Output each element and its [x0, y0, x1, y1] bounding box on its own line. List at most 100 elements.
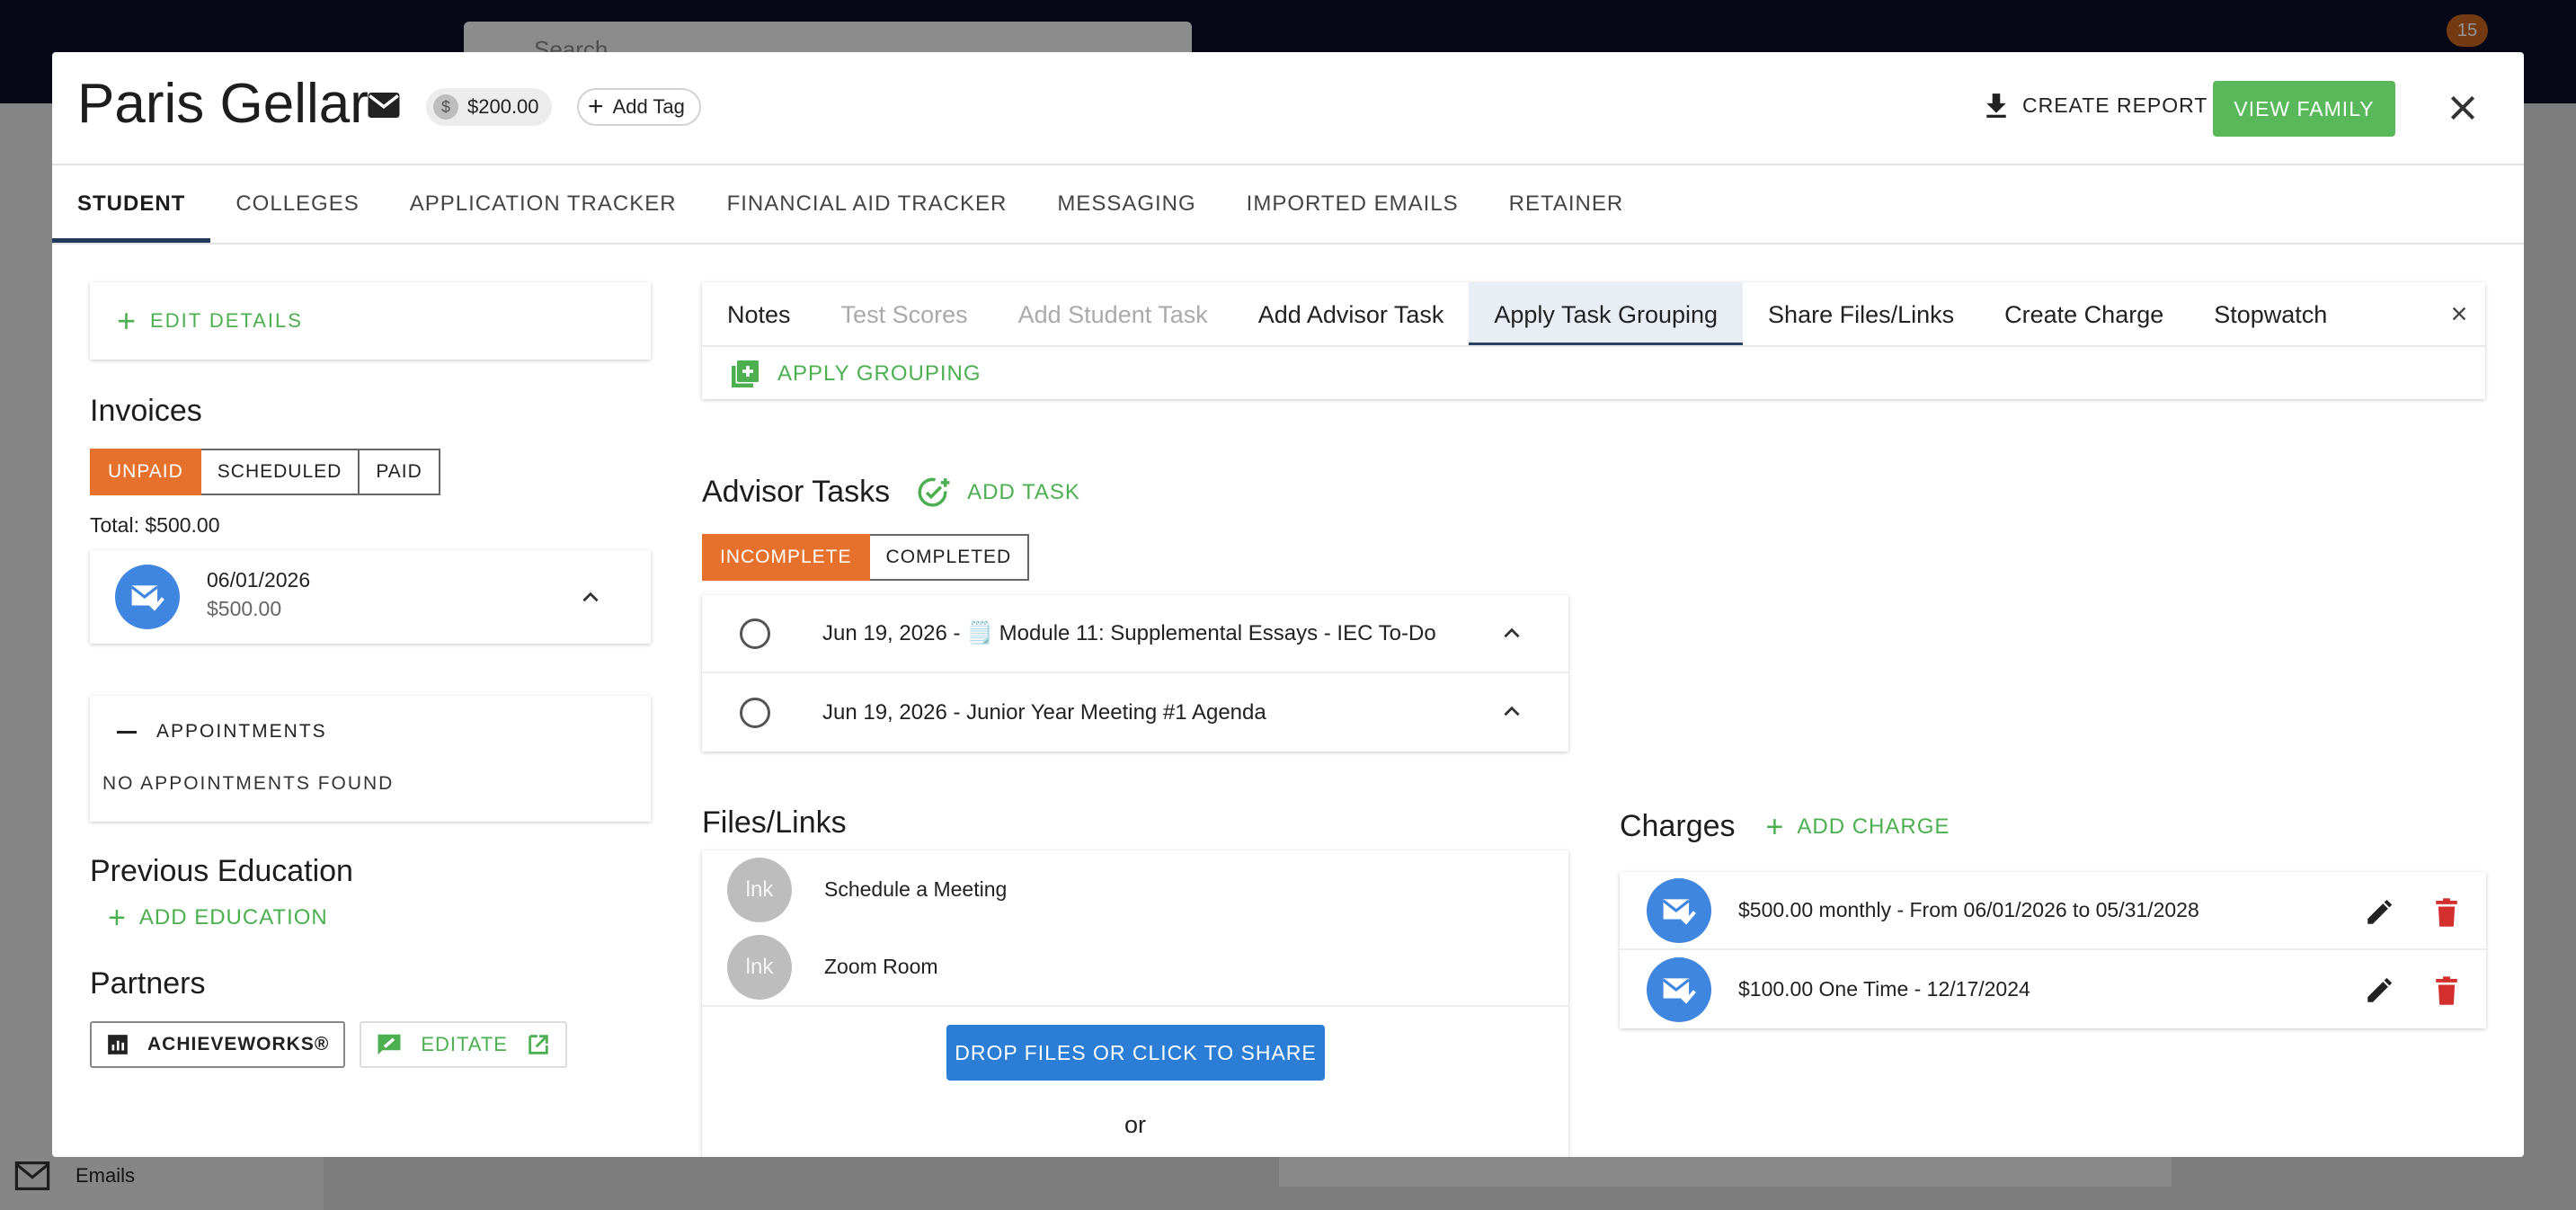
invoice-filter: UNPAID SCHEDULED PAID	[90, 449, 651, 495]
left-column: + EDIT DETAILS Invoices UNPAID SCHEDULED…	[90, 282, 651, 1068]
tab-messaging[interactable]: MESSAGING	[1032, 165, 1221, 243]
appointments-card: APPOINTMENTS NO APPOINTMENTS FOUND	[90, 696, 651, 822]
file-link-item[interactable]: lnk Schedule a Meeting	[702, 850, 1568, 929]
task-action-tabs: Notes Test Scores Add Student Task Add A…	[702, 282, 2485, 347]
files-links-card: lnk Schedule a Meeting lnk Zoom Room DRO…	[702, 850, 1568, 1157]
task-text: Jun 19, 2026 - Junior Year Meeting #1 Ag…	[822, 699, 1266, 725]
plus-icon: +	[1765, 809, 1785, 844]
file-link-label: Zoom Room	[824, 955, 938, 978]
task-filter-completed[interactable]: COMPLETED	[869, 534, 1030, 581]
edit-details-label: EDIT DETAILS	[150, 309, 303, 332]
mail-check-icon	[1647, 877, 1711, 943]
charge-text: $100.00 One Time - 12/17/2024	[1738, 977, 2030, 1001]
create-report-button[interactable]: CREATE REPORT	[1985, 92, 2207, 119]
invoice-filter-unpaid[interactable]: UNPAID	[90, 449, 201, 495]
plus-icon: +	[117, 302, 138, 339]
panel-tab-create-charge[interactable]: Create Charge	[1979, 282, 2189, 345]
charge-row: $500.00 monthly - From 06/01/2026 to 05/…	[1620, 872, 2486, 950]
file-link-item[interactable]: lnk Zoom Room	[702, 929, 1568, 1007]
panel-tab-stopwatch[interactable]: Stopwatch	[2189, 282, 2352, 345]
charge-row: $100.00 One Time - 12/17/2024	[1620, 950, 2486, 1028]
student-modal: Paris Gellar $ $200.00 + Add Tag CREATE …	[52, 52, 2524, 1157]
panel-tab-share-files-links[interactable]: Share Files/Links	[1743, 282, 1979, 345]
add-tag-button[interactable]: + Add Tag	[577, 88, 701, 126]
file-link-label: Schedule a Meeting	[824, 877, 1008, 901]
close-icon[interactable]	[2449, 304, 2469, 324]
partner-editate-label: EDITATE	[421, 1033, 508, 1055]
tab-imported-emails[interactable]: IMPORTED EMAILS	[1221, 165, 1484, 243]
delete-icon[interactable]	[2432, 975, 2461, 1006]
add-tag-label: Add Tag	[612, 95, 685, 118]
library-add-icon	[732, 360, 759, 387]
advisor-tasks-header: Advisor Tasks ADD TASK	[702, 475, 1080, 510]
student-name: Paris Gellar	[77, 73, 369, 135]
chevron-up-icon[interactable]	[1500, 622, 1523, 645]
view-family-button[interactable]: VIEW FAMILY	[2213, 81, 2395, 137]
panel-tab-notes[interactable]: Notes	[702, 282, 816, 345]
invoice-item[interactable]: 06/01/2026 $500.00	[90, 550, 651, 644]
task-complete-radio[interactable]	[740, 697, 770, 728]
plus-icon: +	[588, 92, 604, 121]
tab-student[interactable]: STUDENT	[52, 165, 211, 243]
delete-icon[interactable]	[2432, 897, 2461, 928]
advisor-task-list: Jun 19, 2026 - 🗒️ Module 11: Supplementa…	[702, 595, 1568, 752]
open-external-icon	[529, 1035, 548, 1054]
invoice-amount: $500.00	[207, 597, 282, 620]
task-row[interactable]: Jun 19, 2026 - Junior Year Meeting #1 Ag…	[702, 673, 1568, 752]
panel-tab-apply-task-grouping[interactable]: Apply Task Grouping	[1469, 282, 1744, 345]
add-charge-button[interactable]: + ADD CHARGE	[1765, 809, 1950, 844]
tab-financial-aid-tracker[interactable]: FINANCIAL AID TRACKER	[702, 165, 1033, 243]
partners-list: ACHIEVEWORKS® EDITATE	[90, 1021, 651, 1068]
add-task-button[interactable]: ADD TASK	[917, 476, 1080, 510]
apply-grouping-button[interactable]: APPLY GROUPING	[702, 347, 2485, 390]
create-report-label: CREATE REPORT	[2022, 93, 2208, 117]
tab-retainer[interactable]: RETAINER	[1484, 165, 1649, 243]
tab-colleges[interactable]: COLLEGES	[210, 165, 384, 243]
task-status-filter: INCOMPLETE COMPLETED	[702, 534, 1030, 581]
invoice-filter-scheduled[interactable]: SCHEDULED	[200, 449, 360, 495]
charges-title: Charges	[1620, 809, 1736, 843]
email-icon[interactable]	[365, 86, 403, 124]
edit-icon[interactable]	[2364, 975, 2394, 1006]
task-row[interactable]: Jun 19, 2026 - 🗒️ Module 11: Supplementa…	[702, 595, 1568, 673]
charges-list: $500.00 monthly - From 06/01/2026 to 05/…	[1620, 872, 2486, 1028]
balance-chip[interactable]: $ $200.00	[426, 88, 552, 126]
task-text: Jun 19, 2026 - 🗒️ Module 11: Supplementa…	[822, 621, 1436, 645]
previous-education-title: Previous Education	[90, 854, 353, 888]
partners-title: Partners	[90, 966, 206, 1001]
no-appointments-text: NO APPOINTMENTS FOUND	[102, 773, 395, 794]
add-education-label: ADD EDUCATION	[138, 905, 328, 930]
charge-text: $500.00 monthly - From 06/01/2026 to 05/…	[1738, 898, 2199, 921]
panel-tab-test-scores: Test Scores	[840, 301, 968, 328]
invoice-date: 06/01/2026	[207, 568, 311, 592]
edit-details-button[interactable]: + EDIT DETAILS	[90, 282, 651, 360]
add-charge-label: ADD CHARGE	[1797, 814, 1950, 839]
files-links-title: Files/Links	[702, 805, 847, 840]
appointments-toggle[interactable]: APPOINTMENTS	[117, 721, 327, 743]
invoice-filter-paid[interactable]: PAID	[360, 449, 440, 495]
mail-check-icon	[115, 565, 180, 629]
mail-check-icon	[1647, 956, 1711, 1022]
drop-files-button[interactable]: DROP FILES OR CLICK TO SHARE	[946, 1025, 1325, 1081]
add-task-label: ADD TASK	[967, 479, 1080, 504]
chevron-up-icon[interactable]	[1500, 700, 1523, 724]
partner-achieveworks-label: ACHIEVEWORKS®	[147, 1034, 330, 1054]
appointments-label: APPOINTMENTS	[156, 721, 327, 742]
add-education-button[interactable]: + ADD EDUCATION	[108, 903, 651, 933]
chevron-up-icon[interactable]	[579, 586, 602, 609]
feedback-icon	[378, 1034, 401, 1055]
link-avatar: lnk	[727, 857, 792, 922]
modal-tabs: STUDENT COLLEGES APPLICATION TRACKER FIN…	[52, 165, 2524, 245]
partner-editate-button[interactable]: EDITATE	[360, 1021, 567, 1068]
invoice-total: Total: $500.00	[90, 513, 220, 537]
partner-achieveworks-button[interactable]: ACHIEVEWORKS®	[90, 1021, 346, 1068]
panel-tab-add-advisor-task[interactable]: Add Advisor Task	[1233, 282, 1470, 345]
edit-icon[interactable]	[2364, 897, 2394, 928]
apply-grouping-label: APPLY GROUPING	[777, 361, 982, 386]
close-icon[interactable]	[2445, 90, 2481, 126]
task-filter-incomplete[interactable]: INCOMPLETE	[702, 534, 870, 581]
link-avatar: lnk	[727, 934, 792, 1000]
charges-header: Charges + ADD CHARGE	[1620, 809, 1950, 844]
tab-application-tracker[interactable]: APPLICATION TRACKER	[385, 165, 702, 243]
task-complete-radio[interactable]	[740, 618, 770, 649]
